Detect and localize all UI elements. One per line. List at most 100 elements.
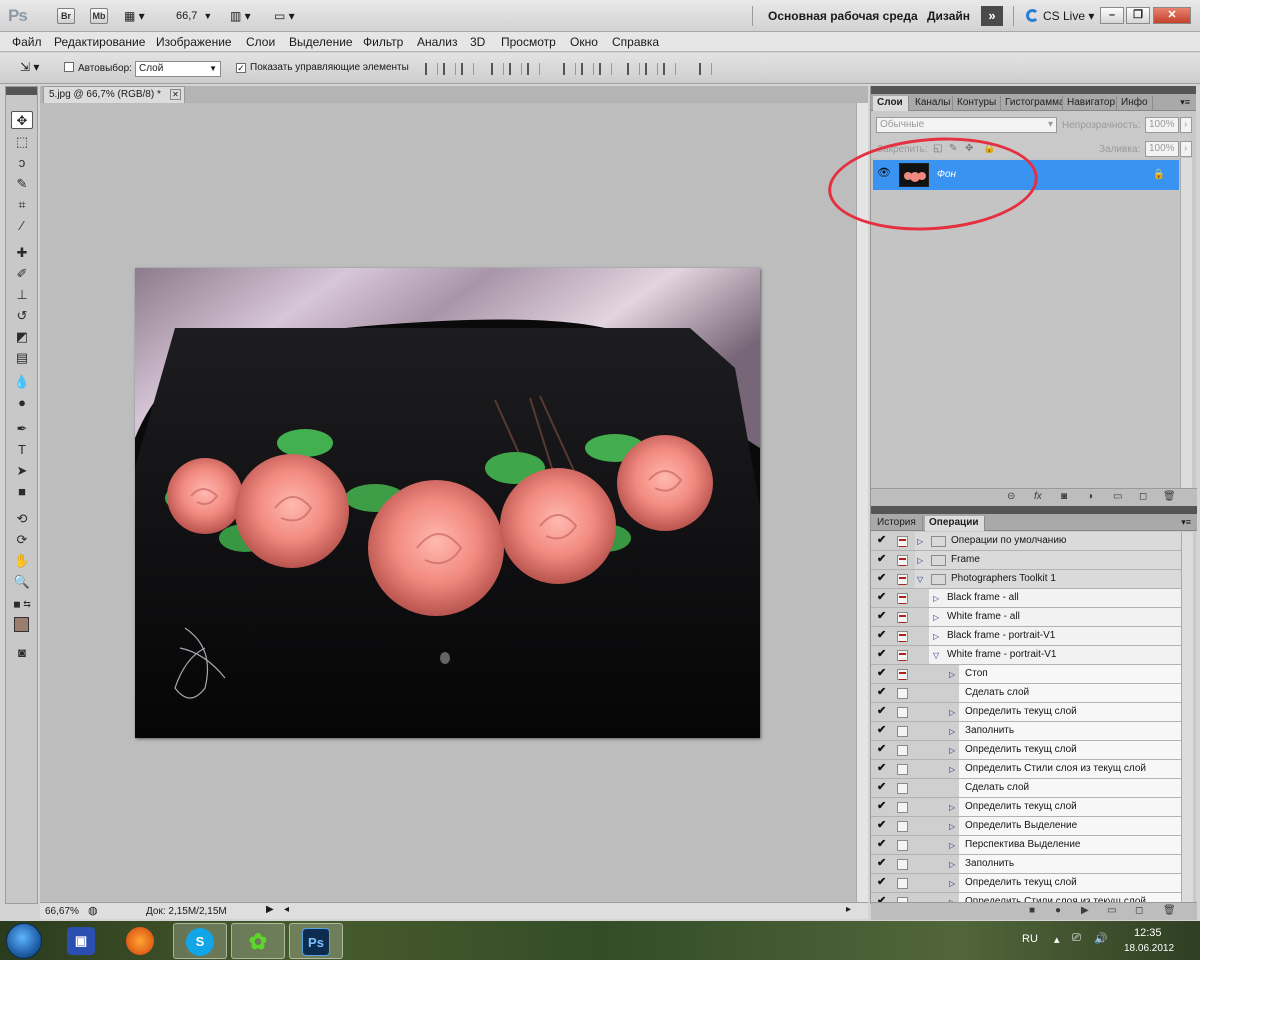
- canvas-vertical-scrollbar[interactable]: [856, 103, 868, 902]
- brush-tool-icon[interactable]: ✐: [11, 265, 33, 283]
- menu-select[interactable]: Выделение: [289, 35, 353, 49]
- eye-icon[interactable]: 👁: [875, 166, 893, 182]
- taskbar-skype[interactable]: S: [173, 923, 227, 959]
- action-enabled-checkbox[interactable]: ✔: [877, 535, 889, 547]
- auto-align-layers-icon[interactable]: [699, 63, 712, 75]
- collapsed-triangle-icon[interactable]: ▷: [949, 670, 955, 679]
- action-row[interactable]: ✔ ▷ Стоп: [871, 665, 1181, 684]
- dialog-toggle-icon[interactable]: [897, 783, 908, 794]
- status-menu-arrow-icon[interactable]: ▶: [266, 904, 274, 915]
- collapsed-triangle-icon[interactable]: ▷: [933, 613, 939, 622]
- quick-mask-icon[interactable]: ◙: [11, 644, 33, 662]
- panel-menu-icon[interactable]: ▾≡: [1181, 517, 1191, 528]
- autoselect-target-select[interactable]: Слой ▼: [135, 61, 221, 77]
- scroll-left-icon[interactable]: ◂: [284, 904, 289, 915]
- action-row[interactable]: ✔ ▷ Заполнить: [871, 722, 1181, 741]
- action-enabled-checkbox[interactable]: ✔: [877, 592, 889, 604]
- action-enabled-checkbox[interactable]: ✔: [877, 725, 889, 737]
- taskbar-save-app[interactable]: ▣: [55, 923, 109, 959]
- lock-position-icon[interactable]: ✥: [965, 141, 973, 157]
- zoom-level-select[interactable]: 66,7 ▼: [176, 6, 212, 26]
- action-row[interactable]: ✔ ▽ White frame - portrait-V1: [871, 646, 1181, 665]
- lasso-tool-icon[interactable]: ↄ: [11, 154, 33, 172]
- menu-layer[interactable]: Слои: [246, 35, 275, 49]
- dialog-toggle-icon[interactable]: [897, 821, 908, 832]
- 3d-orbit-tool-icon[interactable]: ⟳: [11, 531, 33, 549]
- show-hidden-icons-icon[interactable]: ▴: [1054, 933, 1060, 946]
- menu-image[interactable]: Изображение: [156, 35, 232, 49]
- close-button[interactable]: ✕: [1153, 7, 1191, 24]
- tab-layers[interactable]: Слои: [873, 96, 909, 111]
- dialog-toggle-icon[interactable]: [897, 859, 908, 870]
- menu-filter[interactable]: Фильтр: [363, 35, 403, 49]
- 3d-rotate-tool-icon[interactable]: ⟲: [11, 510, 33, 528]
- quick-selection-tool-icon[interactable]: ✎: [11, 175, 33, 193]
- dialog-toggle-icon[interactable]: [897, 707, 908, 718]
- fill-slider-arrow[interactable]: ›: [1180, 141, 1192, 157]
- pen-tool-icon[interactable]: ✒: [11, 420, 33, 438]
- tab-channels[interactable]: Каналы: [911, 96, 953, 111]
- opacity-field[interactable]: 100%: [1145, 117, 1179, 133]
- tab-histogram[interactable]: Гистограмма: [1001, 96, 1063, 111]
- dialog-toggle-icon[interactable]: [897, 574, 908, 585]
- new-action-icon[interactable]: ◻: [1135, 905, 1143, 916]
- dialog-toggle-icon[interactable]: [897, 555, 908, 566]
- action-row[interactable]: ✔ Сделать слой: [871, 684, 1181, 703]
- collapsed-triangle-icon[interactable]: ▷: [949, 822, 955, 831]
- network-icon[interactable]: ⎚: [1072, 932, 1081, 945]
- workspace-expand-button[interactable]: »: [981, 6, 1003, 26]
- action-row[interactable]: ✔ ▷ Заполнить: [871, 855, 1181, 874]
- distribute-right-icon[interactable]: [663, 63, 676, 75]
- tab-history[interactable]: История: [873, 516, 923, 531]
- fill-field[interactable]: 100%: [1145, 141, 1179, 157]
- action-enabled-checkbox[interactable]: ✔: [877, 820, 889, 832]
- collapsed-triangle-icon[interactable]: ▷: [949, 803, 955, 812]
- workspace-main-button[interactable]: Основная рабочая среда: [768, 6, 918, 26]
- distribute-left-icon[interactable]: [627, 63, 640, 75]
- blur-tool-icon[interactable]: 💧: [11, 373, 33, 391]
- document-image[interactable]: [135, 268, 760, 738]
- action-row[interactable]: ✔ ▷ White frame - all: [871, 608, 1181, 627]
- new-layer-icon[interactable]: ◻: [1139, 491, 1147, 502]
- dialog-toggle-icon[interactable]: [897, 688, 908, 699]
- dialog-toggle-icon[interactable]: [897, 631, 908, 642]
- screen-mode-icon[interactable]: ▭ ▾: [274, 6, 295, 26]
- clock-time[interactable]: 12:35: [1134, 927, 1162, 939]
- lock-transparency-icon[interactable]: ◱: [933, 141, 942, 157]
- dialog-toggle-icon[interactable]: [897, 593, 908, 604]
- eraser-tool-icon[interactable]: ◩: [11, 328, 33, 346]
- volume-icon[interactable]: 🔊: [1094, 932, 1108, 945]
- arrange-documents-icon[interactable]: ▥ ▾: [230, 6, 251, 26]
- new-group-icon[interactable]: ▭: [1113, 491, 1122, 502]
- history-brush-tool-icon[interactable]: ↺: [11, 307, 33, 325]
- dialog-toggle-icon[interactable]: [897, 536, 908, 547]
- action-row[interactable]: ✔ ▷ Black frame - portrait-V1: [871, 627, 1181, 646]
- link-layers-icon[interactable]: ⊝: [1007, 491, 1015, 502]
- menu-analysis[interactable]: Анализ: [417, 35, 458, 49]
- play-icon[interactable]: ▶: [1081, 905, 1089, 916]
- blend-mode-select[interactable]: Обычные ▾: [876, 117, 1057, 133]
- action-row[interactable]: ✔ ▷ Frame: [871, 551, 1181, 570]
- collapsed-triangle-icon[interactable]: ▷: [949, 879, 955, 888]
- collapsed-triangle-icon[interactable]: ▷: [949, 727, 955, 736]
- distribute-vcenter-icon[interactable]: [581, 63, 594, 75]
- action-row[interactable]: ✔ ▷ Определить Стили слоя из текущ слой: [871, 760, 1181, 779]
- layers-scrollbar[interactable]: [1180, 158, 1192, 488]
- mini-bridge-button[interactable]: Mb: [90, 8, 108, 24]
- action-enabled-checkbox[interactable]: ✔: [877, 611, 889, 623]
- stop-recording-icon[interactable]: ■: [1029, 905, 1035, 916]
- collapsed-triangle-icon[interactable]: ▷: [949, 765, 955, 774]
- expanded-triangle-icon[interactable]: ▽: [933, 651, 939, 660]
- tab-navigator[interactable]: Навигатор: [1063, 96, 1117, 111]
- actions-scrollbar[interactable]: [1181, 532, 1193, 902]
- menu-view[interactable]: Просмотр: [501, 35, 556, 49]
- scroll-right-icon[interactable]: ▸: [846, 904, 851, 915]
- new-set-icon[interactable]: ▭: [1107, 905, 1116, 916]
- type-tool-icon[interactable]: T: [11, 441, 33, 459]
- collapsed-triangle-icon[interactable]: ▷: [917, 537, 923, 546]
- tab-paths[interactable]: Контуры: [953, 96, 1001, 111]
- lock-all-icon[interactable]: 🔒: [983, 141, 995, 157]
- collapsed-triangle-icon[interactable]: ▷: [949, 746, 955, 755]
- action-row[interactable]: ✔ ▷ Определить текущ слой: [871, 741, 1181, 760]
- dialog-toggle-icon[interactable]: [897, 764, 908, 775]
